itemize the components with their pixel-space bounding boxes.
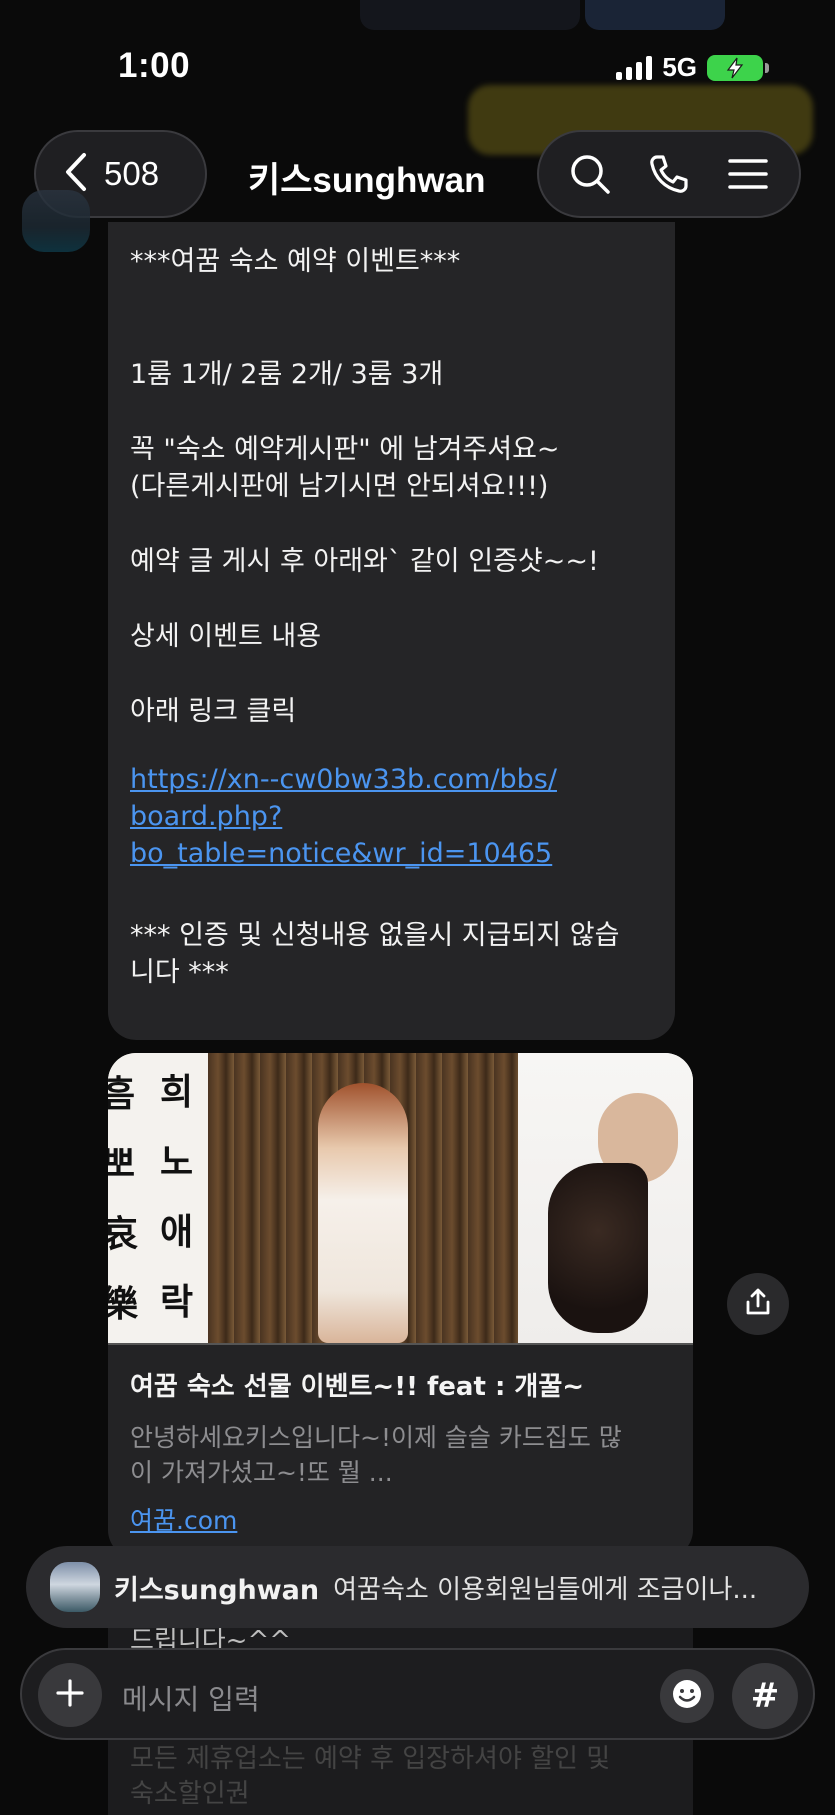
link-preview-description: 이 가져가셨고~!또 뭘 ...	[130, 1458, 393, 1487]
ghost-top-button	[360, 0, 580, 30]
calligraphy-panel: 흠 희 뽀 노 哀 애 樂 락	[108, 1053, 208, 1343]
status-time: 1:00	[118, 46, 191, 85]
message-link[interactable]: bo_table=notice&wr_id=10465	[130, 838, 552, 869]
next-message-line: 모든 제휴업소는 예약 후 입장하셔야 할인 및	[130, 1744, 611, 1774]
notice-sender: 키스sunghwan	[114, 1574, 320, 1606]
message-line: 꼭 "숙소 예약게시판" 에 남겨주셔요~	[130, 434, 560, 465]
phone-icon[interactable]	[645, 150, 693, 198]
next-message-line: 숙소할인권	[130, 1779, 250, 1809]
ghost-top-button-accent	[585, 0, 725, 30]
link-preview-title: 여꿈 숙소 선물 이벤트~!! feat : 개꿀~	[130, 1372, 585, 1402]
attach-button[interactable]	[38, 1663, 102, 1727]
unread-count: 508	[104, 155, 160, 192]
notice-text: 여꿈숙소 이용회원님들에게 조금이나...	[333, 1574, 758, 1605]
battery-icon	[707, 54, 769, 81]
sender-avatar[interactable]	[22, 190, 90, 252]
message-line: (다른게시판에 남기시면 안되셔요!!!)	[130, 471, 549, 502]
message-link[interactable]: board.php?	[130, 801, 282, 832]
message-line: *** 인증 및 신청내용 없을시 지급되지 않습	[130, 920, 620, 951]
search-icon[interactable]	[566, 150, 614, 198]
card-divider	[108, 1343, 693, 1345]
link-preview-card[interactable]: 흠 희 뽀 노 哀 애 樂 락 여꿈 숙소 선물 이벤트~!! feat : 개…	[108, 1053, 693, 1558]
emoji-button[interactable]	[660, 1669, 714, 1723]
message-bubble: ***여꿈 숙소 예약 이벤트*** 1룸 1개/ 2룸 2개/ 3룸 3개 꼭…	[108, 222, 675, 1040]
preview-figure-hair	[548, 1163, 648, 1333]
message-line: 1룸 1개/ 2룸 2개/ 3룸 3개	[130, 359, 444, 390]
chat-title: 키스sunghwan	[248, 161, 486, 200]
link-preview-image: 흠 희 뽀 노 哀 애 樂 락	[108, 1053, 693, 1343]
message-input[interactable]: 메시지 입력	[122, 1678, 260, 1718]
network-type: 5G	[662, 52, 697, 82]
link-preview-description: 안녕하세요키스입니다~!이제 슬슬 카드집도 많	[130, 1423, 622, 1452]
new-message-notice[interactable]: 키스sunghwan 여꿈숙소 이용회원님들에게 조금이나...	[26, 1546, 809, 1628]
message-line: 니다 ***	[130, 957, 229, 988]
emoji-icon	[670, 1677, 704, 1715]
header-actions	[537, 130, 801, 218]
share-button[interactable]	[727, 1273, 789, 1335]
share-icon	[743, 1287, 773, 1321]
link-preview-url[interactable]: 여꿈.com	[130, 1501, 237, 1537]
notice-avatar	[50, 1562, 100, 1612]
preview-figure	[318, 1083, 408, 1343]
message-line: 예약 글 게시 후 아래와` 같이 인증샷~~!	[130, 546, 599, 577]
menu-icon[interactable]	[724, 150, 772, 198]
signal-icon	[616, 55, 653, 80]
message-composer: 메시지 입력 #	[20, 1648, 815, 1740]
message-link[interactable]: https://xn--cw0bw33b.com/bbs/	[130, 764, 557, 795]
status-indicators: 5G	[616, 52, 769, 83]
plus-icon	[55, 1678, 85, 1712]
message-line: 상세 이벤트 내용	[130, 621, 322, 652]
hashtag-button[interactable]: #	[732, 1663, 798, 1729]
message-line: 아래 링크 클릭	[130, 696, 297, 727]
message-line: ***여꿈 숙소 예약 이벤트***	[130, 246, 461, 277]
